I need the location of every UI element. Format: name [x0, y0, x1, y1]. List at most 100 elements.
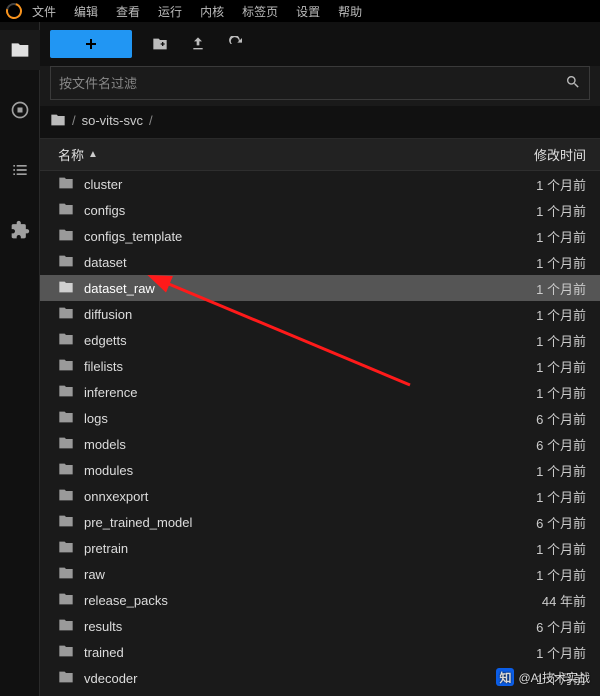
- menu-edit[interactable]: 编辑: [74, 3, 98, 20]
- folder-icon: [58, 565, 74, 584]
- menu-kernel[interactable]: 内核: [200, 3, 224, 20]
- file-row[interactable]: models6 个月前: [40, 431, 600, 457]
- folder-icon: [58, 175, 74, 194]
- watermark: 知 @AI技术实战: [496, 668, 590, 686]
- file-mtime: 1 个月前: [496, 175, 586, 194]
- file-mtime: 1 个月前: [496, 461, 586, 480]
- menu-view[interactable]: 查看: [116, 3, 140, 20]
- folder-icon: [58, 617, 74, 636]
- file-mtime: 1 个月前: [496, 227, 586, 246]
- file-mtime: 6 个月前: [496, 513, 586, 532]
- folder-icon: [58, 513, 74, 532]
- file-mtime: 6 个月前: [496, 435, 586, 454]
- file-row[interactable]: dataset_raw1 个月前: [40, 275, 600, 301]
- file-row[interactable]: modules1 个月前: [40, 457, 600, 483]
- file-name: vdecoder: [74, 671, 496, 686]
- rail-files-tab[interactable]: [0, 30, 40, 70]
- file-row[interactable]: dataset1 个月前: [40, 249, 600, 275]
- file-row[interactable]: pretrain1 个月前: [40, 535, 600, 561]
- file-mtime: 1 个月前: [496, 305, 586, 324]
- file-name: models: [74, 437, 496, 452]
- file-mtime: 1 个月前: [496, 279, 586, 298]
- file-name: configs: [74, 203, 496, 218]
- file-mtime: 1 个月前: [496, 383, 586, 402]
- file-row[interactable]: release_packs44 年前: [40, 587, 600, 613]
- file-name: pretrain: [74, 541, 496, 556]
- col-mtime-label[interactable]: 修改时间: [496, 145, 586, 164]
- rail-running-tab[interactable]: [0, 90, 40, 130]
- file-row[interactable]: trained1 个月前: [40, 639, 600, 665]
- file-row[interactable]: diffusion1 个月前: [40, 301, 600, 327]
- file-row[interactable]: configs_template1 个月前: [40, 223, 600, 249]
- file-row[interactable]: onnxexport1 个月前: [40, 483, 600, 509]
- menu-settings[interactable]: 设置: [296, 3, 320, 20]
- zhihu-icon: 知: [496, 668, 514, 686]
- file-name: configs_template: [74, 229, 496, 244]
- folder-icon: [58, 435, 74, 454]
- folder-icon: [58, 539, 74, 558]
- file-row[interactable]: logs6 个月前: [40, 405, 600, 431]
- folder-icon: [58, 305, 74, 324]
- file-name: release_packs: [74, 593, 496, 608]
- file-row[interactable]: cluster1 个月前: [40, 171, 600, 197]
- folder-icon: [58, 669, 74, 688]
- folder-icon: [58, 461, 74, 480]
- upload-button[interactable]: [188, 34, 208, 54]
- file-name: modules: [74, 463, 496, 478]
- folder-icon: [58, 253, 74, 272]
- app-logo-icon: [3, 0, 25, 22]
- puzzle-icon: [10, 220, 30, 240]
- refresh-button[interactable]: [226, 34, 246, 54]
- file-list[interactable]: cluster1 个月前configs1 个月前configs_template…: [40, 171, 600, 696]
- column-header[interactable]: 名称 ▲ 修改时间: [40, 139, 600, 171]
- col-name-label[interactable]: 名称: [58, 145, 84, 164]
- file-row[interactable]: inference1 个月前: [40, 379, 600, 405]
- file-name: inference: [74, 385, 496, 400]
- folder-icon: [58, 357, 74, 376]
- new-launcher-button[interactable]: [50, 30, 132, 58]
- file-mtime: 1 个月前: [496, 565, 586, 584]
- file-row[interactable]: edgetts1 个月前: [40, 327, 600, 353]
- crumb-folder[interactable]: so-vits-svc: [82, 113, 143, 128]
- file-browser: / so-vits-svc / 名称 ▲ 修改时间 cluster1 个月前co…: [40, 22, 600, 696]
- file-row[interactable]: raw1 个月前: [40, 561, 600, 587]
- file-row[interactable]: configs1 个月前: [40, 197, 600, 223]
- menu-run[interactable]: 运行: [158, 3, 182, 20]
- file-name: onnxexport: [74, 489, 496, 504]
- folder-icon: [58, 383, 74, 402]
- folder-icon: [58, 643, 74, 662]
- activity-rail: [0, 22, 40, 696]
- file-toolbar: [40, 22, 600, 66]
- crumb-trail: /: [149, 113, 153, 128]
- menu-tabs[interactable]: 标签页: [242, 3, 278, 20]
- file-row[interactable]: filelists1 个月前: [40, 353, 600, 379]
- menu-file[interactable]: 文件: [32, 3, 56, 20]
- file-mtime: 1 个月前: [496, 487, 586, 506]
- folder-icon: [58, 227, 74, 246]
- folder-icon: [58, 591, 74, 610]
- rail-extensions-tab[interactable]: [0, 210, 40, 250]
- menu-help[interactable]: 帮助: [338, 3, 362, 20]
- new-folder-button[interactable]: [150, 34, 170, 54]
- file-name: pre_trained_model: [74, 515, 496, 530]
- file-name: filelists: [74, 359, 496, 374]
- menubar: 文件 编辑 查看 运行 内核 标签页 设置 帮助: [0, 0, 600, 22]
- filter-input[interactable]: [59, 76, 565, 91]
- file-row[interactable]: pre_trained_model6 个月前: [40, 509, 600, 535]
- breadcrumb[interactable]: / so-vits-svc /: [40, 106, 600, 139]
- file-name: dataset: [74, 255, 496, 270]
- file-row[interactable]: results6 个月前: [40, 613, 600, 639]
- file-mtime: 1 个月前: [496, 539, 586, 558]
- watermark-text: @AI技术实战: [518, 669, 590, 686]
- folder-icon: [58, 331, 74, 350]
- crumb-root[interactable]: /: [72, 113, 76, 128]
- file-name: trained: [74, 645, 496, 660]
- rail-toc-tab[interactable]: [0, 150, 40, 190]
- folder-icon: [10, 40, 30, 60]
- sort-asc-icon: ▲: [88, 149, 98, 160]
- filter-box[interactable]: [50, 66, 590, 100]
- file-name: dataset_raw: [74, 281, 496, 296]
- file-name: raw: [74, 567, 496, 582]
- folder-icon: [58, 409, 74, 428]
- file-mtime: 44 年前: [496, 591, 586, 610]
